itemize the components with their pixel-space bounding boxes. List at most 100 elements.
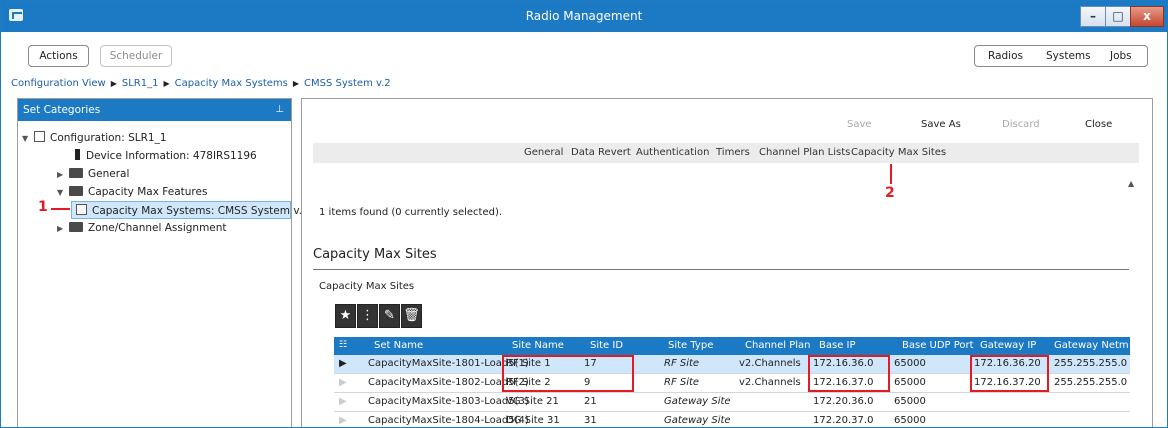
breadcrumb-capacity-max-systems[interactable]: Capacity Max Systems [175, 78, 288, 89]
column-channel-plan[interactable]: Channel Plan [745, 340, 811, 351]
column-gateway-netmask[interactable]: Gateway Netm [1054, 340, 1130, 351]
cell-site-name: VG Site 21 [506, 396, 559, 407]
collapse-arrow-icon[interactable]: ▶ [57, 166, 69, 184]
breadcrumb-separator-icon: ▶ [163, 79, 170, 88]
radios-button[interactable]: Radios [988, 50, 1023, 62]
cell-gateway-netmask: 255.255.255.0 [1054, 377, 1128, 388]
highlight-base-ip [808, 355, 890, 392]
tree-item-general[interactable]: ▶ General [57, 165, 129, 183]
expand-arrow-icon[interactable]: ▼ [22, 130, 34, 148]
title-bar: Radio Management – □ x [1, 1, 1167, 32]
column-site-name[interactable]: Site Name [512, 340, 564, 351]
set-categories-header: Set Categories ⊥ [18, 99, 291, 121]
radio-device-icon [75, 149, 80, 160]
expand-arrow-icon[interactable]: ▼ [57, 184, 69, 202]
collapse-arrow-icon[interactable]: ▶ [57, 220, 69, 238]
capacity-max-sites-table: ☷ Set Name Site Name Site ID Site Type C… [334, 337, 1130, 427]
tab-timers[interactable]: Timers [716, 147, 750, 158]
cell-gateway-netmask: 255.255.255.0 [1054, 358, 1128, 369]
folder-icon [69, 222, 83, 232]
tab-capacity-max-sites[interactable]: Capacity Max Sites [851, 147, 946, 158]
breadcrumb-separator-icon: ▶ [292, 79, 300, 88]
table-row[interactable]: ▶ CapacityMaxSite-1804-Load5(4) DG Site … [334, 412, 1130, 427]
cell-set-name: CapacityMaxSite-1804-Load5(4) [368, 415, 529, 426]
breadcrumb-cmss-system[interactable]: CMSS System v.2 [304, 78, 391, 89]
actions-button[interactable]: Actions [28, 45, 89, 67]
tab-channel-plan-lists[interactable]: Channel Plan Lists [759, 147, 850, 158]
minimize-button[interactable]: – [1080, 6, 1106, 27]
callout-2-line [890, 164, 892, 184]
tree-item-device-information[interactable]: Device Information: 478IRS1196 [73, 147, 257, 165]
subsection-title: Capacity Max Sites [319, 281, 415, 292]
row-indicator-icon: ▶ [339, 396, 347, 407]
callout-1-line [51, 208, 70, 210]
cell-base-ip: 172.20.37.0 [813, 415, 874, 426]
tree-item-capacity-max-systems[interactable]: Capacity Max Systems: CMSS System v.2-Lc [71, 201, 324, 219]
view-switcher: Radios Systems Jobs [974, 45, 1148, 67]
edit-pencil-button[interactable]: ✎ [379, 304, 400, 328]
folder-icon [69, 168, 83, 178]
cell-channel-plan: v2.Channels [739, 377, 801, 388]
systems-button[interactable]: Systems [1046, 50, 1091, 62]
set-categories-title: Set Categories [23, 104, 101, 116]
window-title: Radio Management [525, 9, 643, 23]
column-site-id[interactable]: Site ID [590, 340, 623, 351]
save-button[interactable]: Save [847, 119, 872, 130]
tab-general[interactable]: General [524, 147, 563, 158]
table-row[interactable]: ▶ CapacityMaxSite-1803-Load5(3) VG Site … [334, 393, 1130, 412]
cell-set-name: CapacityMaxSite-1803-Load5(3) [368, 396, 529, 407]
cell-site-type: Gateway Site [664, 415, 731, 426]
open-folder-icon [69, 186, 83, 196]
section-divider [313, 269, 1129, 270]
tree-item-zone-channel-assignment[interactable]: ▶ Zone/Channel Assignment [57, 219, 227, 237]
discard-button[interactable]: Discard [1002, 119, 1040, 130]
pin-icon[interactable]: ⊥ [275, 99, 284, 121]
cell-base-udp-port: 65000 [894, 396, 926, 407]
delete-trash-button[interactable]: 🗑 [401, 304, 422, 328]
cell-base-udp-port: 65000 [894, 415, 926, 426]
column-set-name[interactable]: Set Name [374, 340, 423, 351]
more-options-button[interactable]: ⋮ [357, 304, 378, 328]
tree-label: Device Information: 478IRS1196 [86, 150, 257, 162]
set-categories-panel: Set Categories ⊥ ▼ Configuration: SLR1_1 … [17, 98, 324, 427]
configuration-editor: Save Save As Discard Close General Data … [301, 98, 1153, 427]
row-indicator-icon: ▶ [339, 377, 347, 388]
section-title: Capacity Max Sites [313, 247, 437, 262]
scheduler-button[interactable]: Scheduler [100, 45, 172, 67]
scroll-up-icon[interactable]: ▲ [1128, 179, 1134, 188]
highlight-site-name-id [502, 355, 634, 392]
cell-site-name: DG Site 31 [506, 415, 560, 426]
tree-item-capacity-max-features[interactable]: ▼ Capacity Max Features [57, 183, 207, 201]
column-chooser-icon[interactable]: ☷ [339, 340, 347, 350]
cell-site-type: RF Site [664, 358, 700, 369]
cell-base-ip: 172.20.36.0 [813, 396, 874, 407]
breadcrumb-configuration-view[interactable]: Configuration View [11, 78, 106, 89]
maximize-button[interactable]: □ [1105, 6, 1131, 27]
cell-channel-plan: v2.Channels [739, 358, 801, 369]
cell-base-udp-port: 65000 [894, 377, 926, 388]
tree-label: Capacity Max Features [88, 186, 208, 198]
close-button[interactable]: Close [1085, 119, 1112, 130]
tab-authentication[interactable]: Authentication [636, 147, 709, 158]
column-base-ip[interactable]: Base IP [819, 340, 856, 351]
close-window-button[interactable]: x [1130, 6, 1164, 27]
cell-base-udp-port: 65000 [894, 358, 926, 369]
tree-label: Capacity Max Systems: CMSS System v.2-Lc [92, 205, 325, 217]
jobs-button[interactable]: Jobs [1110, 50, 1132, 62]
system-icon [76, 204, 87, 215]
save-as-button[interactable]: Save As [921, 119, 961, 130]
cell-site-type: RF Site [664, 377, 700, 388]
favorite-star-button[interactable]: ★ [335, 304, 356, 328]
table-header: ☷ Set Name Site Name Site ID Site Type C… [334, 337, 1130, 355]
column-gateway-ip[interactable]: Gateway IP [980, 340, 1036, 351]
tab-data-revert[interactable]: Data Revert [571, 147, 631, 158]
breadcrumb-slr[interactable]: SLR1_1 [122, 78, 159, 89]
column-site-type[interactable]: Site Type [668, 340, 713, 351]
tree-item-configuration[interactable]: ▼ Configuration: SLR1_1 [22, 129, 167, 147]
cell-site-type: Gateway Site [664, 396, 731, 407]
callout-2: 2 [885, 185, 895, 201]
row-indicator-icon: ▶ [339, 415, 347, 426]
column-base-udp-port[interactable]: Base UDP Port [902, 340, 974, 351]
breadcrumb-separator-icon: ▶ [110, 79, 117, 88]
current-row-indicator-icon: ▶ [339, 358, 347, 369]
